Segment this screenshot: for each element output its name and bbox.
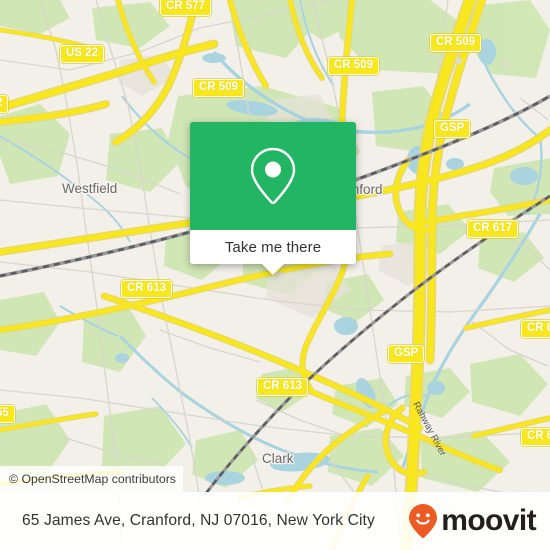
shield-us-22: US 22 — [60, 45, 104, 63]
footer-bar-inner: 65 James Ave, Cranford, NJ 07016, New Yo… — [0, 492, 550, 550]
shield-route-2-left: 2 — [0, 95, 9, 113]
map-screenshot: US 22 CR 577 CR 509 CR 509 CR 509 2 GSP … — [0, 0, 550, 550]
map-pin-icon — [250, 147, 296, 205]
shield-cr-613-mid: CR 613 — [257, 378, 308, 396]
shield-cr-6-right-lower: CR 6 — [521, 428, 550, 446]
shield-cr-613-left: CR 613 — [121, 280, 172, 298]
shield-cr-509-mid: CR 509 — [193, 79, 244, 97]
shield-cr-577: CR 577 — [160, 0, 211, 16]
shield-cr-509-right: CR 509 — [430, 34, 481, 52]
popup-pointer-tail — [262, 264, 284, 275]
shield-route-55-left: 55 — [0, 405, 15, 423]
take-me-there-button[interactable]: Take me there — [190, 230, 356, 275]
place-label-clark: Clark — [262, 451, 294, 466]
osm-attribution[interactable]: © OpenStreetMap contributors — [0, 466, 183, 492]
shield-cr-617: CR 617 — [467, 220, 518, 238]
destination-popup[interactable]: Take me there — [190, 122, 356, 275]
shield-cr-509-top: CR 509 — [328, 57, 379, 75]
shield-cr-6-right-upper: CR 6 — [521, 320, 550, 338]
shield-gsp-upper: GSP — [434, 120, 471, 138]
address-label: 65 James Ave, Cranford, NJ 07016, New Yo… — [22, 512, 375, 529]
moovit-logo[interactable]: moovit — [408, 503, 537, 539]
take-me-there-label: Take me there — [224, 238, 322, 256]
shield-gsp-lower: GSP — [388, 345, 425, 363]
moovit-wordmark: moovit — [441, 504, 536, 537]
popup-image-area — [190, 122, 356, 230]
place-label-westfield: Westfield — [62, 181, 118, 196]
osm-attribution-text: © OpenStreetMap contributors — [9, 472, 176, 486]
footer-bar: 65 James Ave, Cranford, NJ 07016, New Yo… — [0, 492, 550, 550]
moovit-pin-icon — [409, 504, 438, 538]
